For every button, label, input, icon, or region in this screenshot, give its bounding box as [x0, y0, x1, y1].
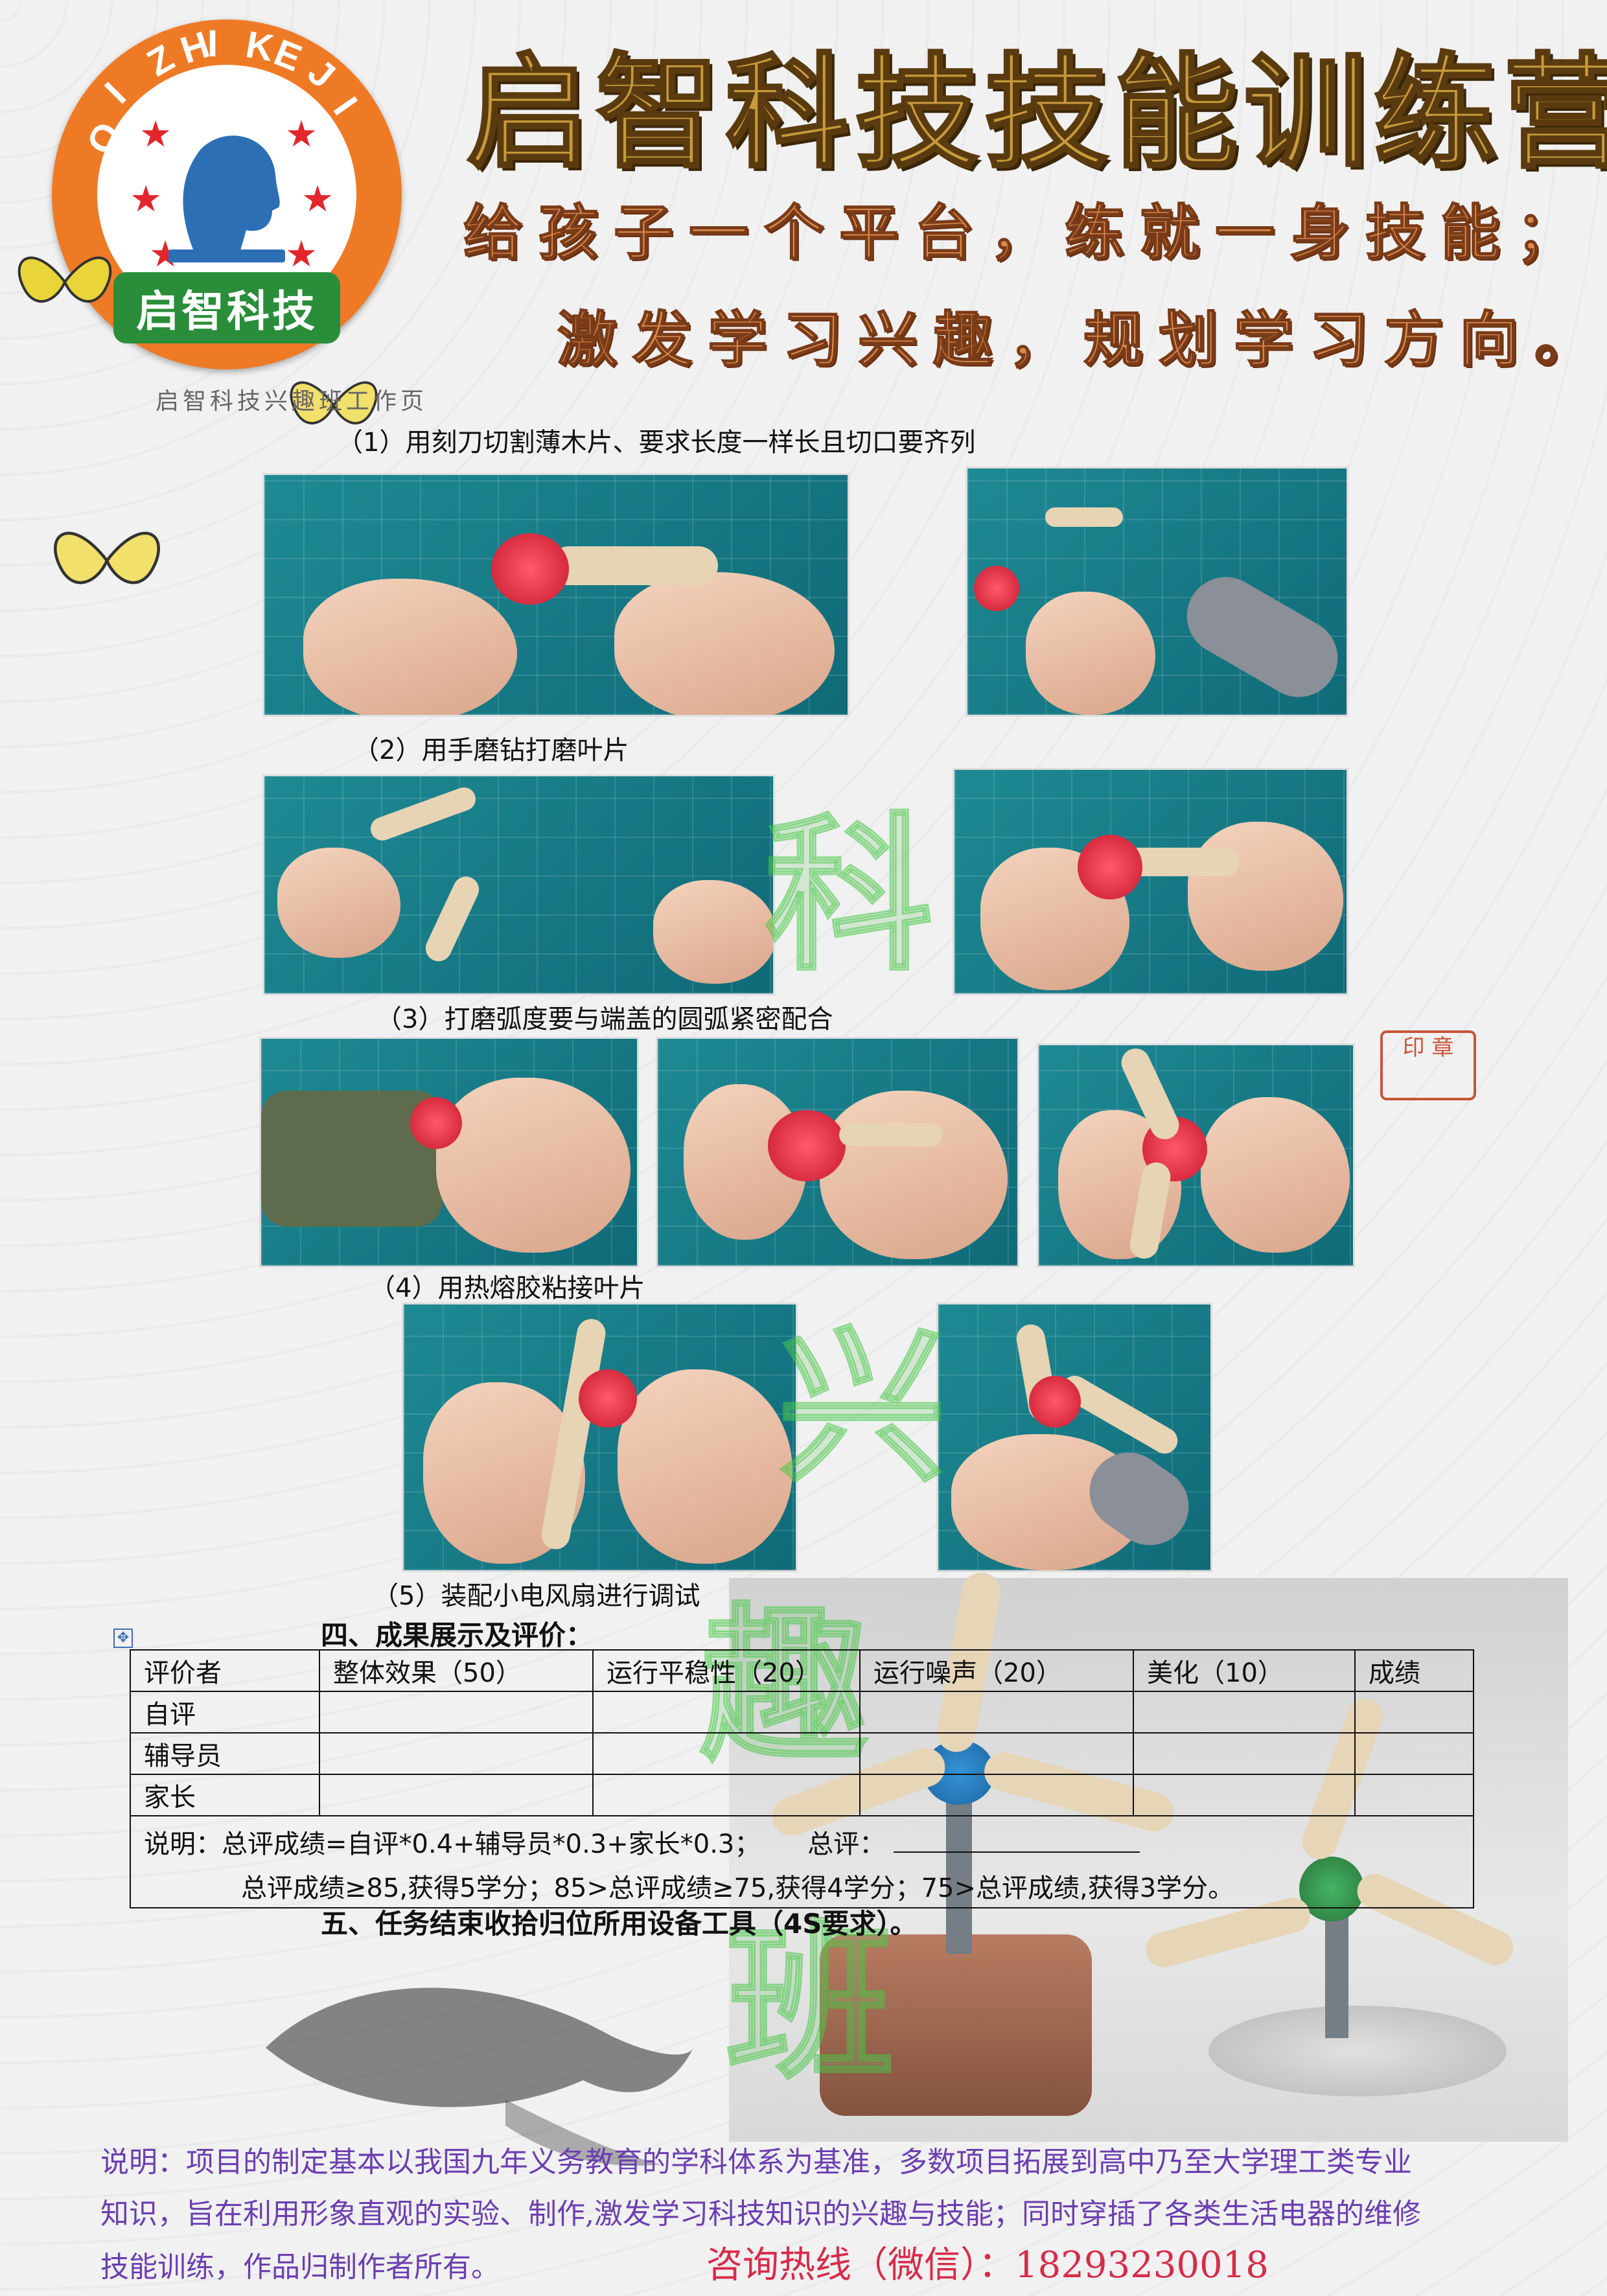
main-title: 启智科技技能训练营 [465, 39, 1607, 186]
table-header: 评价者 [130, 1649, 320, 1692]
score-formula-note: 说明：总评成绩=自评*0.4+辅导员*0.3+家长*0.3； [144, 1829, 761, 1859]
logo-letter: I [207, 23, 218, 65]
step-4-caption: （4）用热熔胶粘接叶片 [369, 1273, 645, 1303]
table-header: 美化（10） [1133, 1649, 1356, 1692]
step-1-caption: （1）用刻刀切割薄木片、要求长度一样长且切口要齐列 [337, 428, 976, 458]
photo-step4-a [402, 1303, 798, 1572]
page-header: 启智科技兴趣班工作页 [156, 388, 428, 415]
footer-line-2: 知识，旨在利用形象直观的实验、制作,激发学习科技知识的兴趣与技能；同时穿插了各类… [100, 2197, 1421, 2231]
photo-step3-b [656, 1037, 1019, 1268]
table-header: 整体效果（50） [319, 1649, 594, 1692]
logo-letter: I [97, 74, 134, 112]
table-cell[interactable] [859, 1732, 1134, 1775]
table-cell[interactable] [592, 1774, 861, 1816]
step-2-caption: （2）用手磨钻打磨叶片 [353, 736, 629, 765]
star-icon: ★ [130, 178, 163, 220]
table-move-handle-icon[interactable]: ✥ [113, 1629, 133, 1648]
star-icon: ★ [285, 113, 318, 156]
watermark-char: 兴 [777, 1308, 947, 1507]
table-cell[interactable] [1354, 1732, 1474, 1775]
table-cell[interactable] [319, 1691, 594, 1734]
slogan-line-1: 给孩子一个平台，练就一身技能； [463, 197, 1591, 268]
row-label: 自评 [130, 1691, 320, 1734]
row-label: 辅导员 [130, 1732, 320, 1775]
table-cell[interactable] [859, 1774, 1134, 1816]
credit-rules-note: 总评成绩≥85,获得5学分；85>总评成绩≥75,获得4学分；75>总评成绩,获… [241, 1873, 1234, 1903]
slogan-line-2: 激发学习兴趣，规划学习方向。 [557, 304, 1607, 375]
photo-step2-a [262, 774, 775, 995]
total-score-field[interactable] [893, 1851, 1140, 1853]
table-header: 运行平稳性（20） [592, 1649, 861, 1692]
photo-step3-a [259, 1037, 639, 1268]
watermark-char: 科 [764, 796, 934, 995]
table-row: 自评 [130, 1691, 1474, 1734]
table-cell[interactable] [1354, 1691, 1474, 1734]
table-note-row: 说明：总评成绩=自评*0.4+辅导员*0.3+家长*0.3； 总评： 总评成绩≥… [130, 1815, 1474, 1908]
step-5-caption: （5）装配小电风扇进行调试 [373, 1581, 700, 1611]
table-cell[interactable] [319, 1732, 594, 1775]
table-cell[interactable] [1133, 1732, 1356, 1775]
photo-step4-b [936, 1303, 1212, 1572]
row-label: 家长 [130, 1774, 320, 1816]
photo-step1-b [965, 467, 1348, 717]
photo-step2-b [953, 768, 1348, 995]
table-row: 辅导员 [130, 1732, 1474, 1775]
table-cell[interactable] [592, 1732, 861, 1775]
total-label: 总评： [807, 1829, 886, 1859]
seal-stamp: 印 章 [1380, 1030, 1476, 1100]
table-cell[interactable] [1133, 1774, 1356, 1816]
table-cell[interactable] [592, 1691, 861, 1734]
table-cell[interactable] [1354, 1774, 1474, 1816]
star-icon: ★ [285, 233, 318, 275]
table-cell[interactable] [859, 1691, 1134, 1734]
logo-name: 启智科技 [113, 272, 340, 343]
butterfly-icon [17, 256, 112, 303]
evaluation-table: 评价者 整体效果（50） 运行平稳性（20） 运行噪声（20） 美化（10） 成… [130, 1649, 1474, 1908]
footer-line-3: 技能训练，作品归制作者所有。 [100, 2251, 500, 2284]
star-icon: ★ [301, 178, 334, 220]
hotline: 咨询热线（微信）：18293230018 [706, 2244, 1269, 2286]
star-icon: ★ [139, 113, 172, 156]
butterfly-icon [54, 531, 160, 585]
table-header: 运行噪声（20） [859, 1649, 1134, 1692]
table-cell[interactable] [1133, 1691, 1356, 1734]
logo-letter: I [325, 89, 366, 122]
footer-line-1: 说明：项目的制定基本以我国九年义务教育的学科体系为基准，多数项目拓展到高中乃至大… [100, 2146, 1412, 2179]
table-cell[interactable] [319, 1774, 594, 1816]
table-row: 家长 [130, 1774, 1474, 1816]
student-head-icon [168, 135, 285, 262]
step-3-caption: （3）打磨弧度要与端盖的圆弧紧密配合 [376, 1004, 833, 1034]
section-4-title: 四、成果展示及评价： [321, 1619, 594, 1651]
photo-step1-a [262, 473, 850, 717]
table-header-row: 评价者 整体效果（50） 运行平稳性（20） 运行噪声（20） 美化（10） 成… [130, 1649, 1474, 1692]
photo-step3-c [1037, 1043, 1355, 1268]
table-header: 成绩 [1354, 1649, 1474, 1692]
